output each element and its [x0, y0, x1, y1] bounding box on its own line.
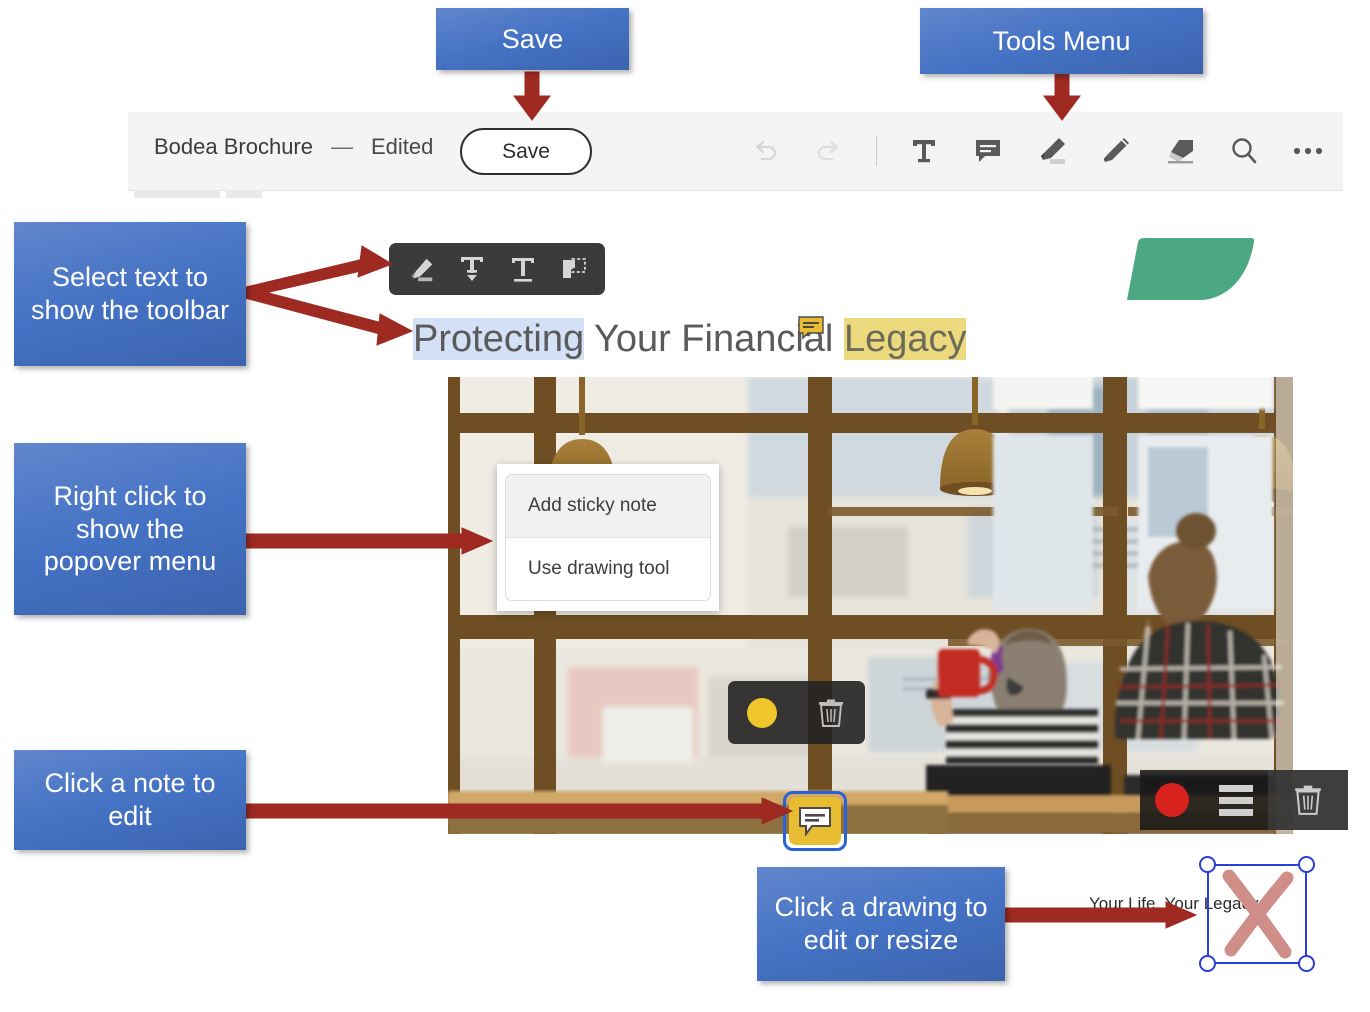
trash-icon — [1295, 785, 1321, 815]
trash-icon — [818, 699, 843, 727]
eraser-icon[interactable] — [1159, 130, 1201, 172]
more-options-icon[interactable] — [1287, 130, 1329, 172]
callout-click-drawing: Click a drawing to edit or resize — [757, 867, 1005, 981]
pencil-icon[interactable] — [1095, 130, 1137, 172]
drawing-delete-button[interactable] — [1268, 770, 1348, 830]
toolbar-icon-group — [744, 120, 1329, 182]
note-color-button[interactable] — [728, 697, 797, 728]
highlight-icon[interactable] — [402, 250, 440, 288]
undo-icon[interactable] — [744, 130, 786, 172]
callout-label: Save — [501, 23, 564, 54]
copy-icon[interactable] — [555, 250, 593, 288]
callout-label: Select text to show the toolbar — [30, 262, 230, 325]
drawing-color-button[interactable] — [1140, 783, 1204, 817]
save-button[interactable]: Save — [460, 128, 592, 175]
highlighter-icon[interactable] — [1031, 130, 1073, 172]
tab-stub-right — [226, 190, 262, 198]
sticky-note-icon — [799, 807, 831, 836]
context-popover-menu: Add sticky note Use drawing tool — [497, 464, 719, 611]
note-delete-button[interactable] — [797, 698, 866, 728]
callout-tools-menu: Tools Menu — [920, 8, 1203, 74]
document-title: Bodea Brochure — [154, 134, 313, 159]
resize-handle-top-left[interactable] — [1199, 856, 1216, 873]
sticky-note-icon[interactable] — [967, 130, 1009, 172]
resize-handle-top-right[interactable] — [1298, 856, 1315, 873]
menu-item-label: Add sticky note — [528, 494, 657, 516]
headline-selected-text[interactable]: Protecting — [413, 318, 585, 360]
drawing-thickness-button[interactable] — [1204, 784, 1268, 816]
drawing-annotation-selection[interactable] — [1199, 856, 1315, 972]
text-selection-toolbar — [389, 243, 605, 295]
menu-item-label: Use drawing tool — [528, 557, 670, 579]
callout-label: Click a drawing to edit or resize — [774, 892, 988, 955]
tab-stub-left — [134, 190, 220, 198]
callout-right-click: Right click to show the popover menu — [14, 443, 246, 615]
headline-highlighted-text[interactable]: Legacy — [843, 318, 967, 360]
callout-select-text: Select text to show the toolbar — [14, 222, 246, 366]
app-toolbar: Bodea Brochure — Edited Save — [128, 112, 1343, 191]
drawing-controls-group — [1140, 770, 1268, 830]
drawing-options-toolbar — [1140, 770, 1348, 830]
note-color-swatch[interactable] — [747, 697, 778, 728]
toolbar-divider — [876, 136, 877, 166]
title-separator: — — [331, 134, 353, 159]
resize-handle-bottom-right[interactable] — [1298, 955, 1315, 972]
menu-item-use-drawing-tool[interactable]: Use drawing tool — [506, 537, 710, 600]
note-options-toolbar — [728, 681, 865, 744]
document-title-group: Bodea Brochure — Edited — [154, 134, 433, 160]
document-headline: Protecting Your Financial Legacy — [413, 318, 967, 361]
inline-comment-icon[interactable] — [798, 316, 824, 342]
callout-label: Right click to show the popover menu — [43, 480, 217, 577]
search-icon[interactable] — [1223, 130, 1265, 172]
callout-label: Click a note to edit — [44, 768, 216, 831]
redo-icon[interactable] — [808, 130, 850, 172]
sticky-note-annotation[interactable] — [783, 791, 847, 851]
save-button-label: Save — [502, 139, 550, 163]
resize-handle-bottom-left[interactable] — [1199, 955, 1216, 972]
document-status: Edited — [371, 134, 434, 159]
add-text-icon[interactable] — [903, 130, 945, 172]
callout-click-note: Click a note to edit — [14, 750, 246, 850]
strikethrough-icon[interactable] — [453, 250, 491, 288]
underline-icon[interactable] — [504, 250, 542, 288]
green-accent-shape — [1105, 238, 1255, 300]
callout-save: Save — [436, 8, 629, 70]
thickness-icon — [1219, 784, 1253, 816]
menu-item-add-sticky-note[interactable]: Add sticky note — [506, 475, 710, 538]
selection-bounding-box — [1207, 864, 1307, 964]
drawing-color-swatch[interactable] — [1155, 783, 1189, 817]
callout-label: Tools Menu — [992, 25, 1131, 56]
